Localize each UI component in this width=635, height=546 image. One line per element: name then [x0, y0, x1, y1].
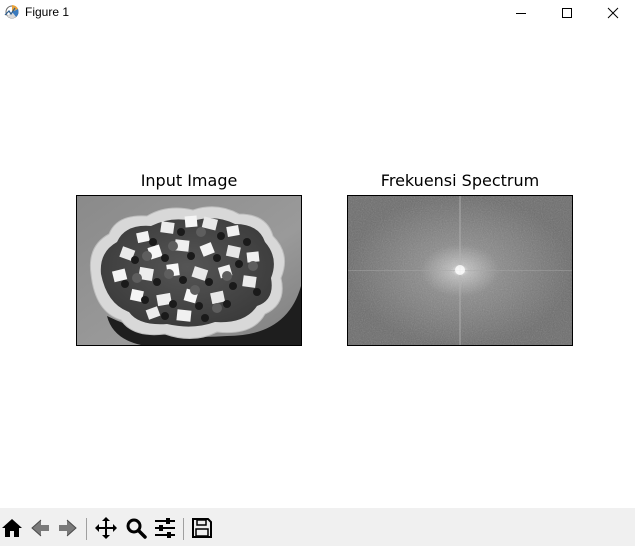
toolbar-separator — [183, 518, 184, 540]
maximize-icon — [562, 8, 572, 18]
home-button[interactable] — [0, 516, 24, 540]
close-button[interactable] — [590, 0, 635, 26]
save-icon — [192, 518, 212, 538]
close-icon — [607, 7, 619, 19]
back-button[interactable] — [28, 516, 52, 540]
figure-window: Figure 1 Input Image Frekuensi Spectrum — [0, 0, 635, 546]
input-image-title: Input Image — [140, 171, 238, 190]
forward-button[interactable] — [56, 516, 80, 540]
minimize-button[interactable] — [498, 0, 544, 26]
navigation-toolbar — [0, 508, 635, 546]
window-title: Figure 1 — [25, 5, 70, 19]
frequency-spectrum-title: Frekuensi Spectrum — [380, 171, 540, 190]
move-icon — [95, 517, 117, 539]
frequency-spectrum-axes[interactable] — [347, 195, 573, 346]
matplotlib-figure-icon — [3, 3, 21, 21]
figure-canvas[interactable]: Input Image Frekuensi Spectrum — [0, 26, 635, 508]
minimize-icon — [516, 13, 526, 14]
forward-arrow-icon — [59, 519, 77, 537]
pan-button[interactable] — [94, 516, 118, 540]
sliders-icon — [155, 518, 175, 538]
zoom-icon — [126, 518, 147, 539]
toolbar-separator — [86, 518, 87, 540]
configure-subplots-button[interactable] — [153, 516, 177, 540]
title-bar: Figure 1 — [0, 0, 635, 26]
save-button[interactable] — [190, 516, 214, 540]
maximize-button[interactable] — [544, 0, 590, 26]
zoom-button[interactable] — [124, 516, 148, 540]
back-arrow-icon — [31, 519, 49, 537]
frequency-spectrum-image — [348, 196, 572, 345]
fruit-bowl-image — [77, 196, 301, 345]
input-image-axes[interactable] — [76, 195, 302, 346]
home-icon — [2, 519, 22, 537]
